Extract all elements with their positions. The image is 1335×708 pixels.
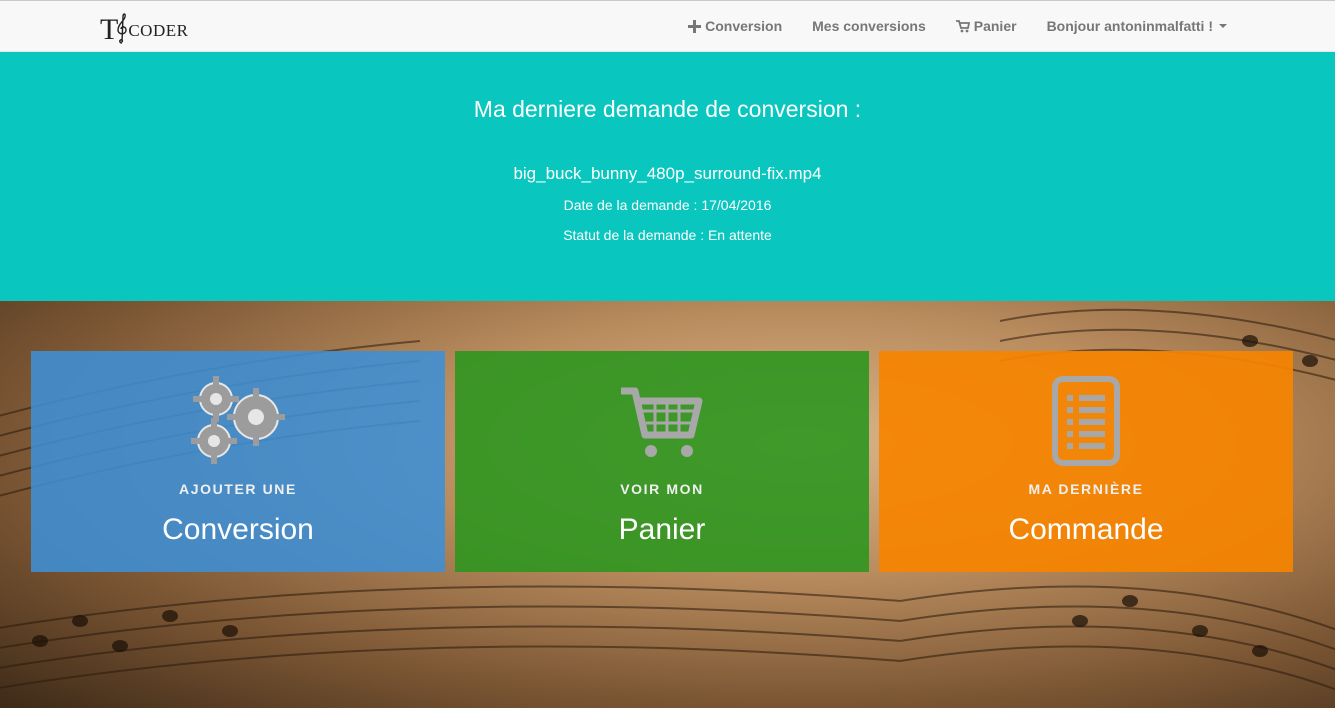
conversion-status: Statut de la demande : En attente <box>563 227 772 243</box>
tile-title: Conversion <box>162 513 314 546</box>
tile-kicker: AJOUTER UNE <box>179 481 297 497</box>
navbar: T CODER Conversion Mes conversions Panie… <box>0 0 1335 52</box>
nav-conversion-link[interactable]: Conversion <box>673 1 797 51</box>
user-greeting: Bonjour antoninmalfatti ! <box>1046 18 1213 34</box>
gears-icon <box>31 373 445 469</box>
banner-title: Ma derniere demande de conversion : <box>473 96 862 122</box>
nav-mes-conversions-link[interactable]: Mes conversions <box>797 1 941 51</box>
tile-kicker: VOIR MON <box>620 481 704 497</box>
list-document-icon <box>879 373 1293 469</box>
cart-icon <box>455 373 869 469</box>
brand-logo[interactable]: T CODER <box>100 9 188 45</box>
tile-title: Panier <box>618 513 706 546</box>
last-order-tile[interactable]: MA DERNIÈRE Commande <box>879 351 1293 572</box>
tile-kicker: MA DERNIÈRE <box>1028 481 1144 497</box>
brand-name: CODER <box>128 21 189 40</box>
user-menu-dropdown[interactable]: Bonjour antoninmalfatti ! <box>1032 1 1242 51</box>
view-cart-tile[interactable]: VOIR MON Panier <box>455 351 869 572</box>
conversion-filename: big_buck_bunny_480p_surround-fix.mp4 <box>513 164 822 183</box>
nav-mes-conversions-label: Mes conversions <box>812 18 926 34</box>
treble-clef-icon <box>117 13 128 44</box>
caret-down-icon <box>1219 24 1227 28</box>
nav-conversion-label: Conversion <box>705 18 783 34</box>
conversion-date: Date de la demande : 17/04/2016 <box>563 197 772 213</box>
tile-title: Commande <box>1008 513 1164 546</box>
last-conversion-banner: Ma derniere demande de conversion : big_… <box>0 52 1335 301</box>
add-conversion-tile[interactable]: AJOUTER UNE Conversion <box>31 351 445 572</box>
nav-panier-label: Panier <box>973 18 1017 34</box>
nav-menu: Conversion Mes conversions Panier Bonjou… <box>673 1 1242 51</box>
plus-icon <box>688 19 702 33</box>
cart-icon <box>955 19 970 33</box>
nav-panier-link[interactable]: Panier <box>941 1 1032 51</box>
